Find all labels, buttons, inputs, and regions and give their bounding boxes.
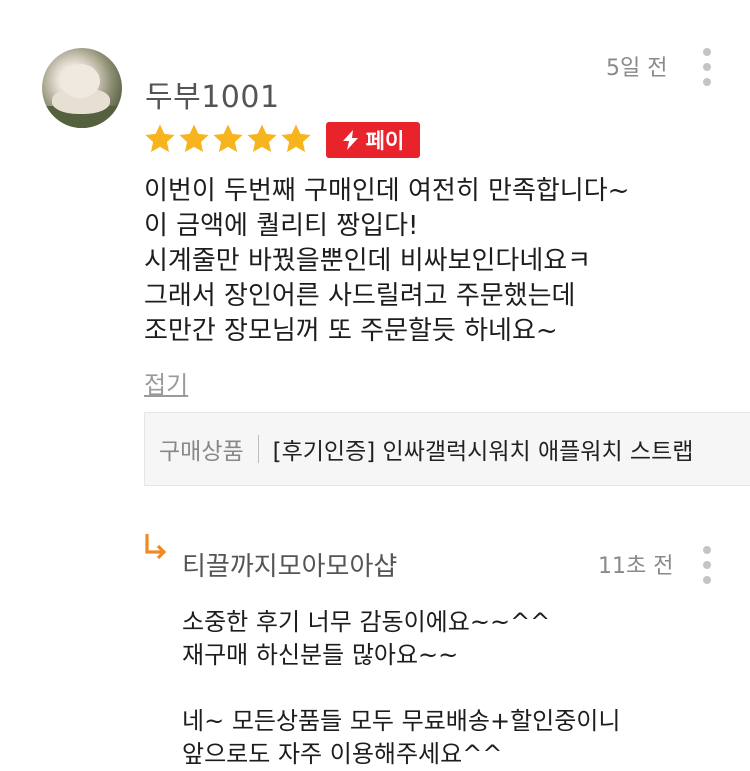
review-line: 그래서 장인어른 사드릴려고 주문했는데 [144,281,576,311]
reviewer-username[interactable]: 두부1001 [145,72,280,116]
star-icon [247,124,277,153]
reply-line: 앞으로도 자주 이용해주세요^^ [182,740,503,768]
reviewer-avatar[interactable] [42,48,122,128]
product-name[interactable]: [후기인증] 인싸갤럭시워치 애플워치 스트랩 [273,432,694,466]
reply-line: 네~ 모든상품들 모두 무료배송+할인중이니 [182,707,621,735]
seller-name[interactable]: 티끌까지모아모아샵 [182,546,397,583]
reply-line [182,672,620,705]
reply-line: 재구매 하신분들 많아요~~ [182,641,459,669]
purchased-product[interactable]: 구매상품 [후기인증] 인싸갤럭시워치 애플워치 스트랩 [144,412,750,486]
reply-more-icon[interactable] [702,546,712,584]
npay-badge: 페이 [326,122,420,158]
reply-arrow-icon [145,534,167,560]
divider [257,435,259,463]
reply-time-ago: 11초 전 [598,554,674,579]
reply-text: 소중한 후기 너무 감동이에요~~^^ 재구매 하신분들 많아요~~ 네~ 모든… [182,606,620,771]
star-icon [281,124,311,153]
star-icon [213,124,243,153]
review-text: 이번이 두번째 구매인데 여전히 만족합니다~ 이 금액에 퀄리티 짱입다! 시… [144,174,629,349]
reply-line: 소중한 후기 너무 감동이에요~~^^ [182,608,551,636]
review-line: 이 금액에 퀄리티 짱입다! [144,211,419,241]
review-line: 이번이 두번째 구매인데 여전히 만족합니다~ [144,176,630,206]
star-rating [143,122,313,156]
review-time-ago: 5일 전 [606,56,668,81]
pay-badge-label: 페이 [365,129,405,153]
review-more-icon[interactable] [702,48,712,86]
star-icon [145,124,175,153]
lightning-icon [342,130,358,150]
review-line: 시계줄만 바꿨을뿐인데 비싸보인다네요ㅋ [144,246,592,276]
collapse-link[interactable]: 접기 [144,365,188,400]
review-line: 조만간 장모님꺼 또 주문할듯 하네요~ [144,316,558,346]
star-icon [179,124,209,153]
product-label: 구매상품 [159,439,244,465]
